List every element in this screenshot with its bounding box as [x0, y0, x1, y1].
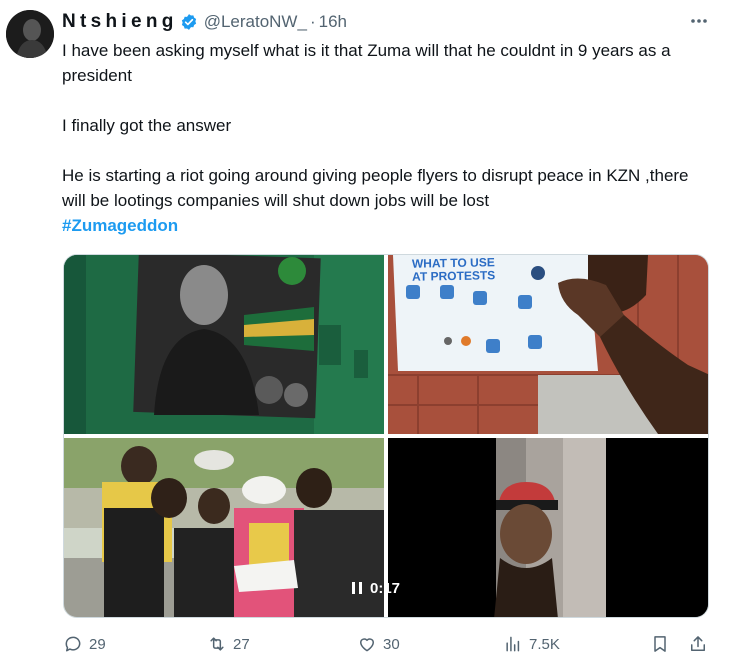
- tweet-header: Ntshieng @LeratoNW_ · 16h: [62, 10, 347, 34]
- flyer-title-line: AT PROTESTS: [411, 268, 496, 284]
- poster-image[interactable]: [64, 255, 384, 434]
- pause-icon[interactable]: [352, 582, 362, 594]
- like-count: 30: [383, 635, 400, 653]
- video-player[interactable]: [388, 438, 708, 617]
- more-options-icon[interactable]: [688, 11, 710, 31]
- verified-badge-icon: [181, 14, 196, 30]
- views-chart-icon: [506, 636, 520, 652]
- like-button[interactable]: 30: [357, 634, 400, 654]
- tweet-text: I have been asking myself what is it tha…: [62, 38, 702, 238]
- bookmark-icon: [654, 636, 666, 652]
- views-button[interactable]: 7.5K: [503, 634, 560, 654]
- share-button[interactable]: [688, 634, 714, 654]
- timestamp[interactable]: 16h: [319, 12, 347, 32]
- video-time-badge[interactable]: 0:17: [344, 576, 408, 600]
- flyer-image[interactable]: WHAT TO USE AT PROTESTS: [388, 255, 708, 434]
- group-photo-image[interactable]: [64, 438, 384, 617]
- avatar-photo: [6, 10, 54, 58]
- heart-icon: [360, 638, 374, 652]
- action-bar: 29 27 30 7.5K: [0, 630, 730, 660]
- tweet-paragraph: I finally got the answer: [62, 116, 232, 135]
- reply-button[interactable]: 29: [63, 634, 106, 654]
- user-handle[interactable]: @LeratoNW_: [204, 12, 307, 32]
- share-icon: [691, 636, 705, 651]
- reply-icon: [65, 636, 81, 652]
- tweet-paragraph: I have been asking myself what is it tha…: [62, 41, 671, 85]
- repost-count: 27: [233, 635, 250, 653]
- bookmark-button[interactable]: [650, 634, 676, 654]
- reply-count: 29: [89, 635, 106, 653]
- media-grid: WHAT TO USE AT PROTESTS: [63, 254, 709, 618]
- display-name[interactable]: Ntshieng: [62, 11, 178, 33]
- video-frame-illustration: [388, 438, 708, 617]
- video-duration: 0:17: [370, 579, 401, 597]
- repost-button[interactable]: 27: [207, 634, 250, 654]
- repost-icon: [210, 637, 224, 651]
- poster-illustration: [64, 255, 384, 434]
- views-count: 7.5K: [529, 635, 560, 653]
- separator-dot: ·: [309, 12, 316, 31]
- hashtag-link[interactable]: #Zumageddon: [62, 216, 178, 235]
- avatar[interactable]: [6, 10, 54, 58]
- tweet-paragraph: He is starting a riot going around givin…: [62, 166, 689, 210]
- group-photo-illustration: [64, 438, 384, 617]
